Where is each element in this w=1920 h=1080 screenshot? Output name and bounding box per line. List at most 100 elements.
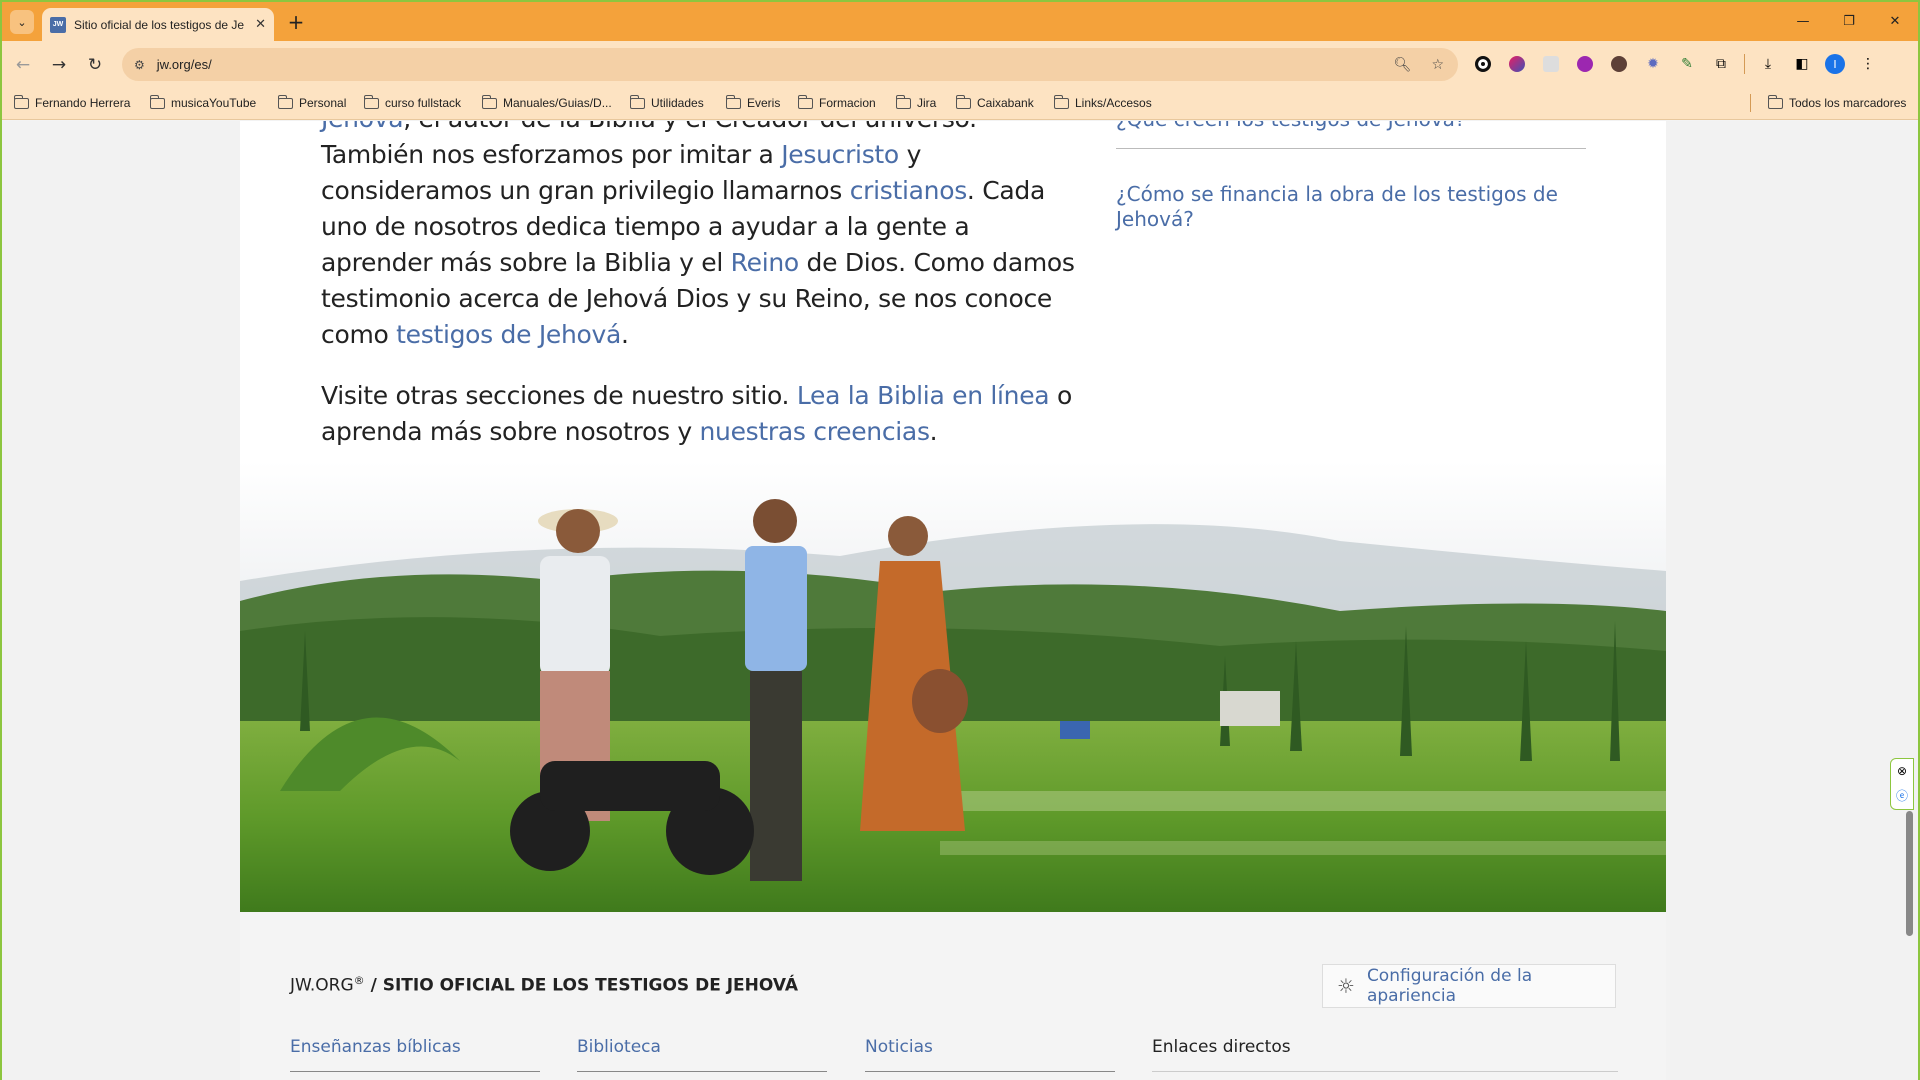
scrollbar-thumb[interactable] bbox=[1906, 811, 1913, 936]
side-panel-icon[interactable]: ◧ bbox=[1791, 53, 1813, 75]
link-testigos[interactable]: testigos de Jehová bbox=[396, 320, 621, 349]
footer-heading-enlaces: Enlaces directos bbox=[1152, 1037, 1618, 1072]
back-button[interactable]: ← bbox=[10, 52, 36, 78]
footer-link-biblioteca[interactable]: Biblioteca bbox=[577, 1037, 827, 1072]
toolbar-divider bbox=[1744, 54, 1745, 74]
question-link[interactable]: ¿Cómo se financia la obra de los testigo… bbox=[1116, 149, 1586, 232]
appearance-settings-button[interactable]: ☼ Configuración de la apariencia bbox=[1322, 964, 1616, 1008]
reload-button[interactable]: ↻ bbox=[82, 52, 108, 78]
bookmark-label: Formacion bbox=[819, 96, 876, 110]
hero-photo-illustration bbox=[240, 461, 1666, 912]
minimize-button[interactable]: — bbox=[1780, 2, 1826, 41]
bookmark-folder[interactable]: musicaYouTube bbox=[149, 94, 256, 110]
bookmark-folder[interactable]: Formacion bbox=[797, 94, 876, 110]
profile-avatar[interactable]: I bbox=[1825, 54, 1845, 74]
bookmark-folder[interactable]: Links/Accesos bbox=[1053, 94, 1152, 110]
paragraph-intro: Jehová, el autor de la Biblia y el Cread… bbox=[321, 121, 1081, 353]
bookmark-folder[interactable]: Fernando Herrera bbox=[13, 94, 131, 110]
all-bookmarks-folder[interactable]: Todos los marcadores bbox=[1767, 94, 1907, 110]
tab-search-button[interactable]: ⌄ bbox=[10, 10, 34, 34]
bookmark-folder[interactable]: Manuales/Guias/D... bbox=[481, 94, 612, 110]
folder-icon bbox=[725, 94, 741, 109]
downloads-icon[interactable]: ⤓ bbox=[1757, 53, 1779, 75]
bookmark-folder[interactable]: curso fullstack bbox=[363, 94, 461, 110]
link-jesucristo[interactable]: Jesucristo bbox=[781, 140, 899, 169]
folder-icon bbox=[955, 94, 971, 109]
forward-button[interactable]: → bbox=[46, 52, 72, 78]
bookmarks-divider bbox=[1750, 94, 1751, 112]
bookmark-star-icon[interactable]: ☆ bbox=[1431, 57, 1444, 73]
link-reino[interactable]: Reino bbox=[731, 248, 800, 277]
bookmark-folder[interactable]: Utilidades bbox=[629, 94, 704, 110]
extension-camera-icon[interactable] bbox=[1506, 53, 1528, 75]
link-jehova[interactable]: Jehová bbox=[321, 121, 404, 133]
folder-icon bbox=[1053, 94, 1069, 109]
bookmark-folder[interactable]: Caixabank bbox=[955, 94, 1034, 110]
bookmark-label: Todos los marcadores bbox=[1789, 96, 1907, 110]
bookmark-folder[interactable]: Everis bbox=[725, 94, 781, 110]
extension-gear-icon[interactable]: ✹ bbox=[1642, 53, 1664, 75]
folder-icon bbox=[797, 94, 813, 109]
question-link[interactable]: ¿Qué creen los testigos de Jehová? bbox=[1116, 121, 1586, 149]
page-viewport: Jehová, el autor de la Biblia y el Cread… bbox=[2, 121, 1918, 1080]
bookmark-label: Everis bbox=[747, 96, 781, 110]
site-info-icon[interactable]: ⚙ bbox=[134, 58, 145, 72]
new-tab-button[interactable]: + bbox=[284, 10, 308, 34]
extension-e-icon[interactable]: ⓔ bbox=[1896, 787, 1908, 804]
sun-icon: ☼ bbox=[1337, 974, 1355, 998]
bookmarks-bar: Fernando Herrera musicaYouTube Personal … bbox=[2, 88, 1918, 120]
address-bar[interactable]: ⚙ jw.org/es/ 🔍︎ ☆ bbox=[122, 48, 1458, 81]
extension-pen-icon[interactable]: ✎ bbox=[1676, 53, 1698, 75]
extension-cookie-icon[interactable] bbox=[1608, 53, 1630, 75]
tab-bar: ⌄ JW Sitio oficial de los testigos de Je… bbox=[2, 2, 1918, 41]
bookmark-label: Fernando Herrera bbox=[35, 96, 131, 110]
extension-circle-icon[interactable] bbox=[1472, 53, 1494, 75]
url-text[interactable]: jw.org/es/ bbox=[157, 57, 212, 72]
close-icon[interactable]: ⊗ bbox=[1897, 764, 1907, 778]
extension-purple-icon[interactable] bbox=[1574, 53, 1596, 75]
folder-icon bbox=[277, 94, 293, 109]
bookmark-folder[interactable]: Jira bbox=[895, 94, 937, 110]
link-creencias[interactable]: nuestras creencias bbox=[699, 417, 929, 446]
link-biblia-online[interactable]: Lea la Biblia en línea bbox=[797, 381, 1050, 410]
text: Visite otras secciones de nuestro sitio. bbox=[321, 381, 797, 410]
footer-site-title: / SITIO OFICIAL DE LOS TESTIGOS DE JEHOV… bbox=[364, 975, 799, 996]
tab-title: Sitio oficial de los testigos de Je bbox=[74, 17, 244, 32]
paragraph-visit: Visite otras secciones de nuestro sitio.… bbox=[321, 378, 1081, 450]
footer-link-noticias[interactable]: Noticias bbox=[865, 1037, 1115, 1072]
bookmark-folder[interactable]: Personal bbox=[277, 94, 347, 110]
restore-button[interactable]: ❐ bbox=[1826, 2, 1872, 41]
hero-photo bbox=[240, 461, 1666, 912]
tab-active[interactable]: JW Sitio oficial de los testigos de Je ✕ bbox=[42, 8, 274, 41]
bookmark-label: Links/Accesos bbox=[1075, 96, 1152, 110]
footer-title: JW.ORG® / SITIO OFICIAL DE LOS TESTIGOS … bbox=[290, 974, 798, 996]
folder-icon bbox=[629, 94, 645, 109]
bookmark-label: Utilidades bbox=[651, 96, 704, 110]
link-cristianos[interactable]: cristianos bbox=[850, 176, 968, 205]
bookmark-label: Manuales/Guias/D... bbox=[503, 96, 612, 110]
folder-icon bbox=[149, 94, 165, 109]
jw-favicon-icon: JW bbox=[50, 16, 66, 33]
page-scrollbar[interactable] bbox=[1902, 121, 1916, 1080]
related-questions: ¿Qué creen los testigos de Jehová? ¿Cómo… bbox=[1116, 121, 1586, 232]
zoom-icon[interactable]: 🔍︎ bbox=[1394, 57, 1412, 73]
footer-link-ensenanzas[interactable]: Enseñanzas bíblicas bbox=[290, 1037, 540, 1072]
site-footer: JW.ORG® / SITIO OFICIAL DE LOS TESTIGOS … bbox=[240, 912, 1666, 1080]
footer-brand[interactable]: JW.ORG bbox=[290, 976, 354, 996]
registered-mark: ® bbox=[353, 974, 365, 987]
folder-icon bbox=[13, 94, 29, 109]
folder-icon bbox=[363, 94, 379, 109]
browser-window: ⌄ JW Sitio oficial de los testigos de Je… bbox=[0, 0, 1920, 1080]
extensions-puzzle-icon[interactable]: ⧉ bbox=[1710, 53, 1732, 75]
text: . bbox=[621, 320, 629, 349]
appearance-label: Configuración de la apariencia bbox=[1366, 966, 1533, 1006]
menu-icon[interactable]: ⋮ bbox=[1857, 53, 1879, 75]
close-window-button[interactable]: ✕ bbox=[1872, 2, 1918, 41]
page-content: Jehová, el autor de la Biblia y el Cread… bbox=[240, 121, 1666, 1080]
folder-icon bbox=[481, 94, 497, 109]
bookmark-label: Personal bbox=[299, 96, 347, 110]
extension-grid-icon[interactable] bbox=[1540, 53, 1562, 75]
floating-widget[interactable]: ⊗ ⓔ bbox=[1890, 758, 1914, 810]
close-tab-icon[interactable]: ✕ bbox=[255, 17, 266, 32]
bookmark-label: Jira bbox=[917, 96, 937, 110]
